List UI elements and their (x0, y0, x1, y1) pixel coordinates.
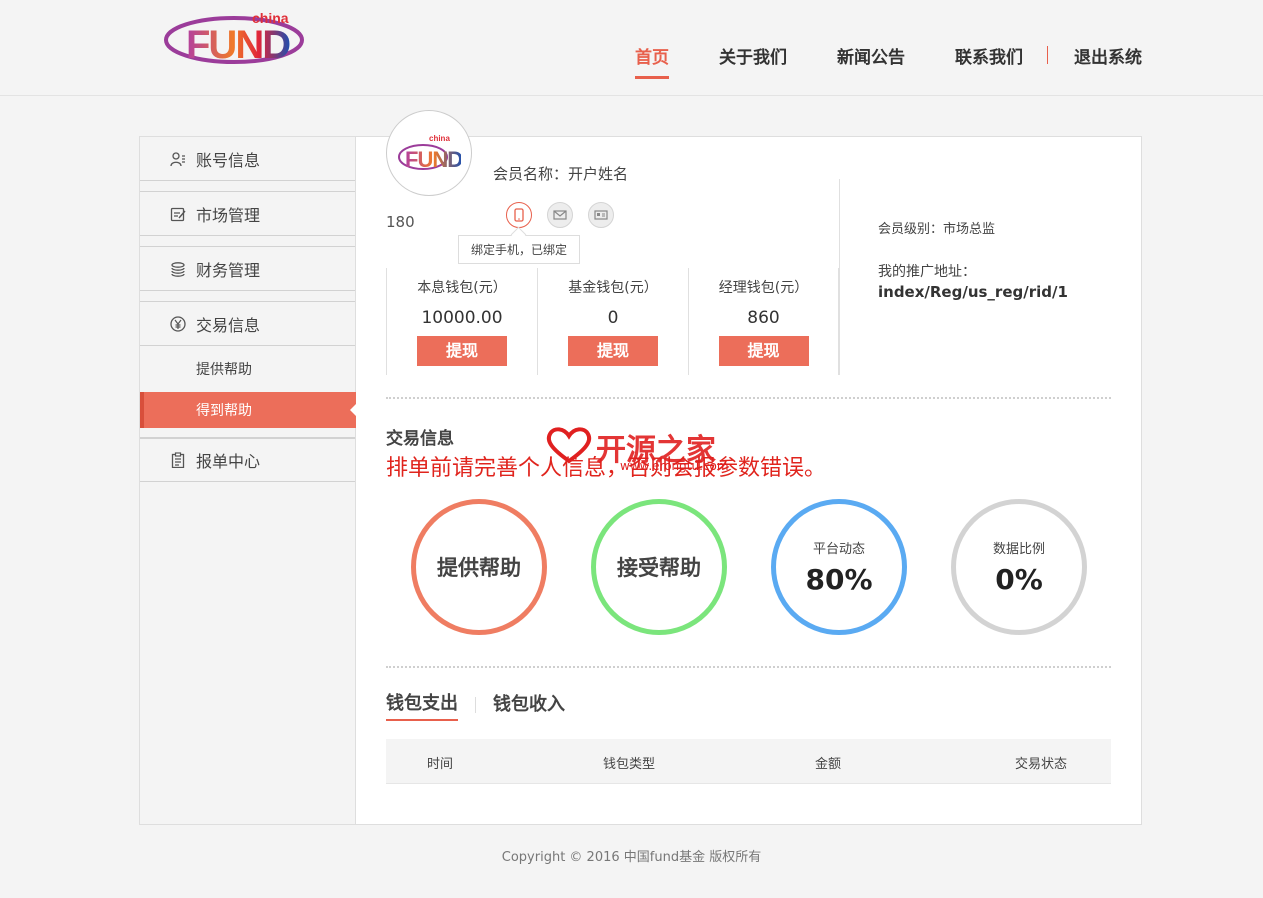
column-header-wallet-type: 钱包类型 (603, 757, 656, 772)
sidebar-item-label: 账号信息 (196, 150, 261, 170)
tab-divider (475, 697, 476, 713)
nav-home[interactable]: 首页 (635, 0, 669, 96)
header: china FUND 首页 关于我们 新闻公告 联系我们 退出系统 (0, 0, 1263, 96)
bind-tooltip: 绑定手机，已绑定 (458, 235, 581, 264)
phone-icon[interactable] (506, 202, 532, 228)
column-header-time: 时间 (427, 757, 454, 772)
member-level: 会员级别：市场总监 (878, 222, 996, 237)
sidebar-item-market[interactable]: 市场管理 (140, 192, 355, 236)
member-name: 会员名称：开户姓名 (493, 165, 629, 183)
circle-data-ratio: 数据比例 0% (951, 499, 1087, 635)
column-header-status: 交易状态 (1015, 757, 1068, 772)
main-nav: 首页 关于我们 新闻公告 联系我们 退出系统 (585, 0, 1142, 96)
wallets: 本息钱包(元） 10000.00 提现 基金钱包(元） 0 提现 经理钱包(元）… (386, 268, 839, 375)
sidebar-item-label: 交易信息 (196, 315, 261, 335)
withdraw-button[interactable]: 提现 (718, 336, 809, 366)
sidebar-item-trade[interactable]: 交易信息 (140, 302, 355, 346)
nav-contact[interactable]: 联系我们 (955, 0, 1023, 96)
circle-label: 平台动态 (812, 542, 865, 557)
tab-wallet-expense[interactable]: 钱包支出 (386, 689, 458, 721)
avatar[interactable]: china FUND (386, 110, 472, 196)
sidebar-item-finance[interactable]: 财务管理 (140, 247, 355, 291)
circle-provide-help[interactable]: 提供帮助 (411, 499, 547, 635)
sidebar-item-orders[interactable]: 报单中心 (140, 438, 355, 482)
bind-status-icons (506, 202, 614, 228)
promo-url[interactable]: index/Reg/us_reg/rid/1 (878, 283, 1068, 301)
heart-logo-icon (544, 425, 594, 469)
stat-circles: 提供帮助 接受帮助 平台动态 80% 数据比例 0% (411, 499, 1091, 635)
footer-copyright: Copyright © 2016 中国fund基金 版权所有 (501, 850, 762, 865)
sidebar-item-label: 财务管理 (196, 260, 261, 280)
wallet-value: 860 (747, 308, 780, 328)
tab-wallet-income[interactable]: 钱包收入 (493, 690, 565, 720)
avatar-logo-main-text: FUND (405, 147, 461, 172)
email-icon[interactable] (547, 202, 573, 228)
circle-accept-help[interactable]: 接受帮助 (591, 499, 727, 635)
coins-icon (170, 261, 186, 277)
clipboard-icon (170, 452, 186, 468)
watermark: 开源之家 www.erongtu.com (544, 425, 729, 473)
sidebar-sub-get-help[interactable]: 得到帮助 (140, 392, 357, 428)
sidebar-spacer (140, 236, 355, 247)
nav-news[interactable]: 新闻公告 (837, 0, 905, 96)
wallet-tabs: 钱包支出 钱包收入 (386, 689, 565, 721)
sidebar-sub-provide-help[interactable]: 提供帮助 (140, 346, 355, 392)
withdraw-button[interactable]: 提现 (417, 336, 507, 366)
circle-label: 接受帮助 (617, 556, 701, 580)
wallet-value: 10000.00 (421, 308, 503, 328)
watermark-url: www.erongtu.com (620, 459, 729, 473)
avatar-logo-top-text: china (429, 134, 450, 143)
table-header: 时间 钱包类型 金额 交易状态 (386, 739, 1111, 784)
circle-value: 0% (995, 563, 1043, 596)
edit-icon (170, 206, 186, 222)
id-card-icon[interactable] (588, 202, 614, 228)
nav-divider (1047, 46, 1048, 64)
user-id: 180 (386, 213, 415, 231)
content-container: 账号信息 市场管理 财务管理 交易信息 提供帮助 得到帮助 报单中心 china… (139, 110, 1142, 825)
promo-label: 我的推广地址： (878, 264, 976, 280)
main-panel: china FUND 会员名称：开户姓名 180 绑定手机，已绑定 本息钱包(元… (356, 110, 1141, 824)
wallet-value: 0 (607, 308, 619, 328)
circle-label: 提供帮助 (437, 556, 521, 580)
nav-about[interactable]: 关于我们 (719, 0, 787, 96)
sidebar: 账号信息 市场管理 财务管理 交易信息 提供帮助 得到帮助 报单中心 (140, 137, 357, 824)
wallet-manager: 经理钱包(元） 860 提现 (688, 268, 839, 375)
sidebar-item-label: 市场管理 (196, 205, 261, 225)
circle-label: 数据比例 (992, 542, 1045, 557)
sidebar-spacer (140, 428, 355, 438)
wallet-label: 本息钱包(元） (417, 280, 507, 296)
sidebar-spacer (140, 291, 355, 302)
dotted-divider (386, 397, 1111, 399)
wallet-label: 基金钱包(元） (568, 280, 658, 296)
sidebar-item-label: 报单中心 (196, 452, 261, 471)
user-icon (170, 151, 186, 167)
yen-icon (170, 315, 186, 332)
withdraw-button[interactable]: 提现 (568, 336, 658, 366)
wallet-label: 经理钱包(元） (718, 280, 809, 296)
wallet-principal: 本息钱包(元） 10000.00 提现 (386, 268, 537, 375)
nav-logout[interactable]: 退出系统 (1074, 0, 1142, 96)
sidebar-spacer (140, 181, 355, 192)
circle-platform-activity: 平台动态 80% (771, 499, 907, 635)
logo-main-text: FUND (186, 23, 290, 67)
circle-value: 80% (805, 563, 873, 596)
trade-title: 交易信息 (386, 429, 454, 449)
site-logo[interactable]: china FUND (162, 8, 344, 68)
sidebar-item-account[interactable]: 账号信息 (140, 137, 355, 181)
dotted-divider (386, 666, 1111, 668)
profile-divider (839, 179, 840, 375)
wallet-fund: 基金钱包(元） 0 提现 (537, 268, 688, 375)
column-header-amount: 金额 (815, 757, 842, 772)
